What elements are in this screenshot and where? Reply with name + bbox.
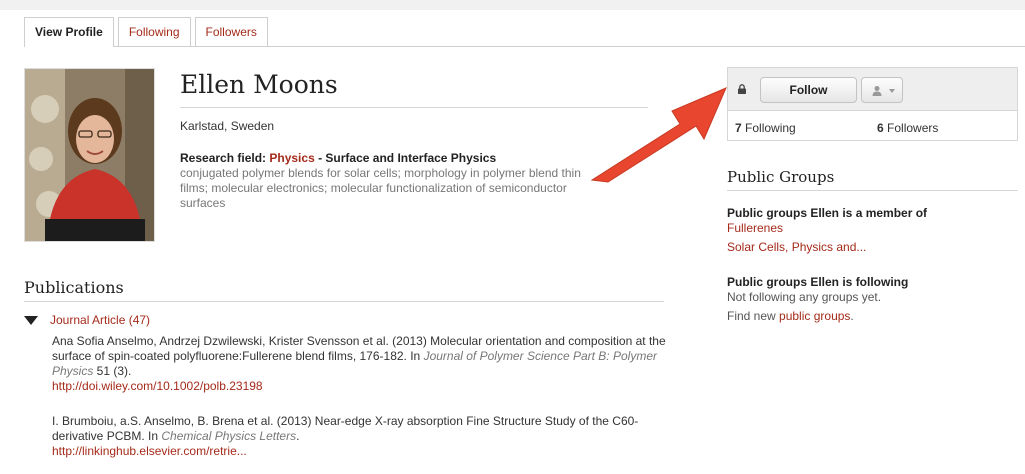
followers-count-label: Followers	[883, 121, 939, 135]
member-groups-heading: Public groups Ellen is a member of	[727, 206, 928, 220]
publication-item: I. Brumboiu, a.S. Anselmo, B. Brena et a…	[52, 414, 672, 459]
publication-journal: Chemical Physics Letters	[161, 429, 297, 443]
person-icon	[872, 86, 882, 96]
followers-count: 6	[877, 121, 884, 135]
following-count-link[interactable]: 7 Following	[735, 121, 796, 135]
publication-volume: .	[296, 429, 300, 443]
public-groups-divider	[727, 190, 1018, 191]
profile-name: Ellen Moons	[180, 70, 338, 99]
tab-following[interactable]: Following	[117, 17, 191, 46]
follow-panel: Follow 7 Following 6 Followers	[727, 67, 1018, 141]
find-public-groups-link[interactable]: public groups	[779, 309, 850, 323]
research-field-prefix: Research field:	[180, 151, 270, 165]
find-groups-suffix: .	[850, 309, 854, 323]
publications-divider	[24, 301, 664, 302]
research-description: conjugated polymer blends for solar cell…	[180, 166, 581, 210]
triangle-down-icon	[24, 315, 38, 325]
publication-link[interactable]: http://doi.wiley.com/10.1002/polb.23198	[52, 379, 263, 393]
top-bar	[0, 0, 1025, 10]
publication-citation: I. Brumboiu, a.S. Anselmo, B. Brena et a…	[52, 414, 639, 443]
follow-button[interactable]: Follow	[760, 77, 857, 103]
follow-counts: 7 Following 6 Followers	[728, 112, 1017, 141]
following-count-label: Following	[741, 121, 796, 135]
follow-toolbar: Follow	[728, 68, 1017, 111]
publications-heading: Publications	[24, 278, 124, 297]
publication-volume: 51 (3).	[93, 364, 132, 378]
publication-item: Ana Sofia Anselmo, Andrzej Dzwilewski, K…	[52, 334, 672, 394]
research-field: Research field: Physics - Surface and In…	[180, 151, 496, 165]
profile-tabs: View Profile Following Followers	[24, 17, 272, 47]
journal-article-label: Journal Article (47)	[50, 313, 151, 327]
tab-followers[interactable]: Followers	[194, 17, 268, 46]
lock-icon	[738, 84, 746, 94]
profile-location: Karlstad, Sweden	[180, 119, 275, 133]
avatar	[24, 68, 155, 242]
find-groups-prefix: Find new	[727, 309, 780, 323]
followers-count-link[interactable]: 6 Followers	[877, 121, 938, 135]
following-count: 7	[735, 121, 742, 135]
following-groups-heading: Public groups Ellen is following	[727, 275, 909, 289]
group-link[interactable]: Solar Cells, Physics and...	[727, 240, 866, 255]
avatar-photo	[25, 69, 154, 241]
journal-article-toggle[interactable]: Journal Article (47)	[24, 313, 150, 327]
find-groups-line: Find new public groups.	[727, 309, 854, 324]
tab-view-profile[interactable]: View Profile	[24, 17, 114, 47]
research-field-link[interactable]: Physics	[269, 151, 314, 165]
group-link[interactable]: Fullerenes	[727, 221, 783, 236]
name-divider	[180, 107, 648, 108]
public-groups-heading: Public Groups	[727, 168, 835, 186]
tab-divider	[24, 46, 1025, 47]
publication-link[interactable]: http://linkinghub.elsevier.com/retrie...	[52, 444, 247, 458]
following-groups-empty: Not following any groups yet.	[727, 290, 882, 304]
user-menu-dropdown[interactable]	[861, 77, 903, 103]
research-field-sub: - Surface and Interface Physics	[314, 151, 497, 165]
chevron-down-icon	[889, 89, 895, 93]
